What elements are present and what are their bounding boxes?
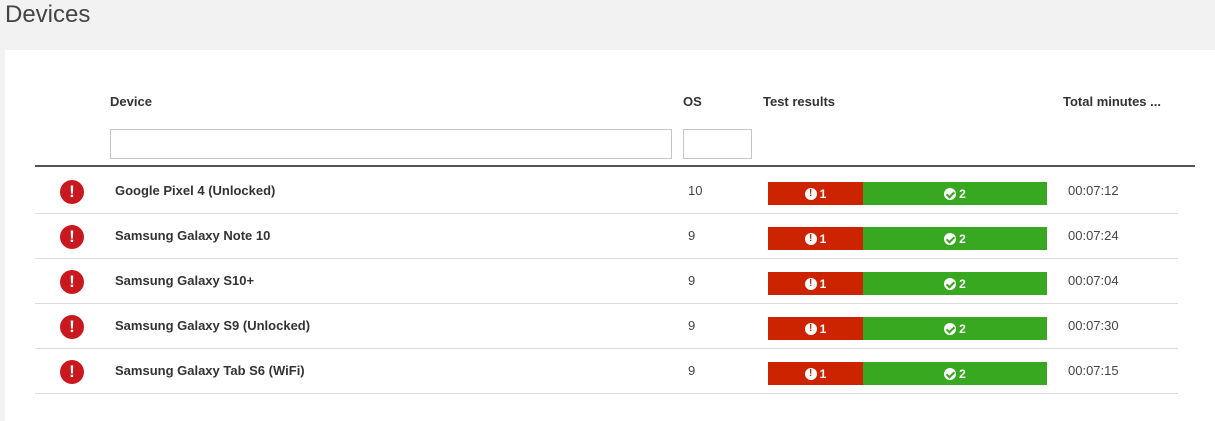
total-minutes: 00:07:04 (1068, 273, 1119, 288)
error-icon: ! (60, 360, 84, 384)
error-icon: ! (60, 315, 84, 339)
failed-count: 1 (819, 276, 827, 291)
failed-count: 1 (819, 231, 827, 246)
passed-tests-segment[interactable]: 2 (863, 227, 1047, 250)
passed-count: 2 (959, 366, 966, 381)
exclamation-icon (804, 277, 817, 290)
os-version: 9 (688, 228, 696, 243)
table-row[interactable]: ! Samsung Galaxy S10+ 9 1 2 00:07:04 (35, 258, 1178, 304)
exclamation-icon (804, 367, 817, 380)
failed-tests-segment[interactable]: 1 (768, 182, 863, 205)
passed-count: 2 (959, 321, 966, 336)
error-icon: ! (60, 270, 84, 294)
total-minutes: 00:07:12 (1068, 183, 1119, 198)
device-name[interactable]: Samsung Galaxy Note 10 (115, 228, 270, 243)
failed-count: 1 (819, 366, 827, 381)
checkmark-icon (944, 367, 957, 380)
failed-tests-segment[interactable]: 1 (768, 272, 863, 295)
column-header-os[interactable]: OS (683, 94, 702, 109)
header-divider (35, 165, 1195, 167)
table-row[interactable]: ! Samsung Galaxy S9 (Unlocked) 9 1 2 00:… (35, 303, 1178, 349)
test-results-bar[interactable]: 1 2 (768, 362, 1047, 385)
device-name[interactable]: Samsung Galaxy Tab S6 (WiFi) (115, 363, 305, 378)
exclamation-icon (804, 322, 817, 335)
passed-tests-segment[interactable]: 2 (863, 182, 1047, 205)
page-title: Devices (5, 1, 91, 28)
column-header-total-minutes[interactable]: Total minutes ... (1063, 94, 1161, 109)
failed-tests-segment[interactable]: 1 (768, 317, 863, 340)
checkmark-icon (944, 232, 957, 245)
table-row[interactable]: ! Google Pixel 4 (Unlocked) 10 1 2 00:07… (35, 168, 1178, 214)
passed-count: 2 (959, 276, 966, 291)
column-header-test-results[interactable]: Test results (763, 94, 835, 109)
error-icon: ! (60, 180, 84, 204)
column-header-device[interactable]: Device (110, 94, 152, 109)
table-row[interactable]: ! Samsung Galaxy Tab S6 (WiFi) 9 1 2 00:… (35, 348, 1178, 394)
exclamation-icon (804, 187, 817, 200)
table-row[interactable]: ! Samsung Galaxy Note 10 9 1 2 00:07:24 (35, 213, 1178, 259)
passed-tests-segment[interactable]: 2 (863, 362, 1047, 385)
checkmark-icon (944, 277, 957, 290)
total-minutes: 00:07:30 (1068, 318, 1119, 333)
failed-count: 1 (819, 186, 827, 201)
failed-tests-segment[interactable]: 1 (768, 227, 863, 250)
test-results-bar[interactable]: 1 2 (768, 272, 1047, 295)
device-name[interactable]: Samsung Galaxy S9 (Unlocked) (115, 318, 310, 333)
device-name[interactable]: Samsung Galaxy S10+ (115, 273, 254, 288)
os-version: 9 (688, 273, 696, 288)
checkmark-icon (944, 322, 957, 335)
total-minutes: 00:07:15 (1068, 363, 1119, 378)
device-name[interactable]: Google Pixel 4 (Unlocked) (115, 183, 275, 198)
error-icon: ! (60, 225, 84, 249)
passed-tests-segment[interactable]: 2 (863, 317, 1047, 340)
failed-count: 1 (819, 321, 827, 336)
os-version: 9 (688, 318, 696, 333)
total-minutes: 00:07:24 (1068, 228, 1119, 243)
test-results-bar[interactable]: 1 2 (768, 227, 1047, 250)
passed-count: 2 (959, 231, 966, 246)
os-filter-input[interactable] (683, 129, 752, 159)
devices-panel: Device OS Test results Total minutes ...… (5, 50, 1215, 421)
exclamation-icon (804, 232, 817, 245)
test-results-bar[interactable]: 1 2 (768, 182, 1047, 205)
checkmark-icon (944, 187, 957, 200)
os-version: 10 (688, 183, 703, 198)
device-filter-input[interactable] (110, 129, 672, 159)
passed-tests-segment[interactable]: 2 (863, 272, 1047, 295)
passed-count: 2 (959, 186, 966, 201)
os-version: 9 (688, 363, 696, 378)
test-results-bar[interactable]: 1 2 (768, 317, 1047, 340)
failed-tests-segment[interactable]: 1 (768, 362, 863, 385)
